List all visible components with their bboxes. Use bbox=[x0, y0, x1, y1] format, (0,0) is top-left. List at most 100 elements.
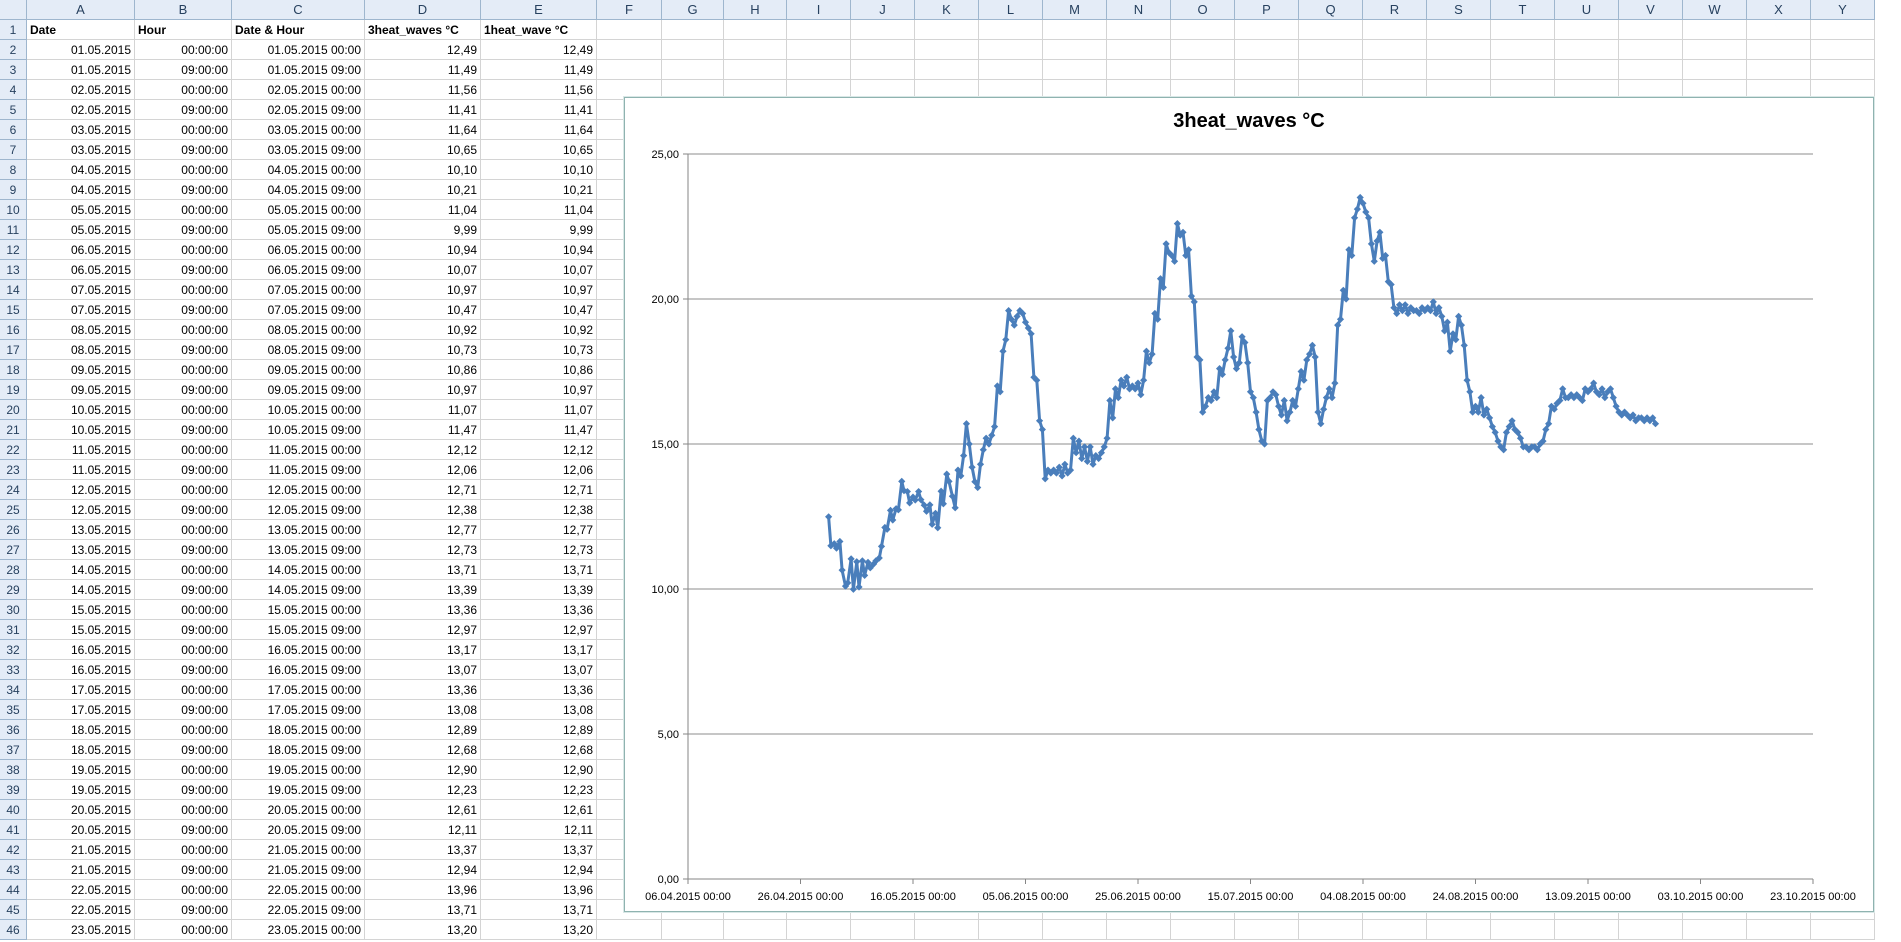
cell[interactable]: 08.05.2015 00:00 bbox=[232, 320, 365, 340]
cell[interactable]: 12,77 bbox=[481, 520, 597, 540]
cell[interactable]: 00:00:00 bbox=[135, 120, 232, 140]
cell[interactable] bbox=[1363, 60, 1427, 80]
cell[interactable] bbox=[724, 20, 787, 40]
row-header[interactable]: 46 bbox=[0, 920, 27, 940]
cell[interactable]: 10,21 bbox=[365, 180, 481, 200]
row-header[interactable]: 25 bbox=[0, 500, 27, 520]
cell[interactable]: 09:00:00 bbox=[135, 420, 232, 440]
cell[interactable] bbox=[1107, 920, 1171, 940]
cell[interactable] bbox=[1811, 920, 1875, 940]
cell[interactable]: 12,06 bbox=[481, 460, 597, 480]
cell[interactable] bbox=[1747, 60, 1811, 80]
row-header[interactable]: 31 bbox=[0, 620, 27, 640]
column-header[interactable]: J bbox=[851, 0, 915, 20]
cell[interactable]: 11.05.2015 bbox=[27, 440, 135, 460]
cell[interactable]: 13,17 bbox=[481, 640, 597, 660]
cell[interactable] bbox=[851, 920, 915, 940]
cell[interactable] bbox=[851, 20, 915, 40]
cell[interactable]: 05.05.2015 00:00 bbox=[232, 200, 365, 220]
cell[interactable]: 12,61 bbox=[365, 800, 481, 820]
cell[interactable] bbox=[597, 20, 662, 40]
cell[interactable]: 09:00:00 bbox=[135, 780, 232, 800]
cell[interactable] bbox=[1491, 920, 1555, 940]
cell[interactable]: 13,36 bbox=[481, 680, 597, 700]
cell[interactable]: 12,12 bbox=[481, 440, 597, 460]
cell[interactable]: 12,94 bbox=[481, 860, 597, 880]
row-header[interactable]: 38 bbox=[0, 760, 27, 780]
cell[interactable]: 13,36 bbox=[365, 680, 481, 700]
column-header[interactable]: E bbox=[481, 0, 597, 20]
cell[interactable] bbox=[1555, 920, 1619, 940]
cell[interactable]: 12,49 bbox=[365, 40, 481, 60]
cell[interactable]: 12,12 bbox=[365, 440, 481, 460]
cell[interactable] bbox=[915, 40, 979, 60]
row-header[interactable]: 13 bbox=[0, 260, 27, 280]
cell[interactable]: 12,73 bbox=[365, 540, 481, 560]
cell[interactable]: 07.05.2015 bbox=[27, 280, 135, 300]
cell[interactable]: 10,21 bbox=[481, 180, 597, 200]
cell[interactable]: 00:00:00 bbox=[135, 400, 232, 420]
row-header[interactable]: 20 bbox=[0, 400, 27, 420]
cell[interactable]: 9,99 bbox=[365, 220, 481, 240]
cell[interactable]: 00:00:00 bbox=[135, 560, 232, 580]
cell[interactable]: 03.05.2015 00:00 bbox=[232, 120, 365, 140]
cell[interactable]: 00:00:00 bbox=[135, 720, 232, 740]
cell[interactable]: 18.05.2015 00:00 bbox=[232, 720, 365, 740]
row-header[interactable]: 33 bbox=[0, 660, 27, 680]
cell[interactable]: 12,71 bbox=[481, 480, 597, 500]
cell[interactable]: 11,47 bbox=[481, 420, 597, 440]
cell[interactable] bbox=[597, 60, 662, 80]
row-header[interactable]: 39 bbox=[0, 780, 27, 800]
cell[interactable] bbox=[1811, 20, 1875, 40]
cell[interactable]: 19.05.2015 bbox=[27, 780, 135, 800]
cell[interactable]: 22.05.2015 00:00 bbox=[232, 880, 365, 900]
cell[interactable]: 10,10 bbox=[365, 160, 481, 180]
cell[interactable]: 13,36 bbox=[481, 600, 597, 620]
column-header[interactable]: D bbox=[365, 0, 481, 20]
row-header[interactable]: 42 bbox=[0, 840, 27, 860]
cell[interactable]: 00:00:00 bbox=[135, 480, 232, 500]
column-header[interactable]: G bbox=[662, 0, 724, 20]
cell[interactable]: 11,56 bbox=[365, 80, 481, 100]
cell[interactable] bbox=[1683, 60, 1747, 80]
cell[interactable]: 12,97 bbox=[481, 620, 597, 640]
cell[interactable]: 11,56 bbox=[481, 80, 597, 100]
cell[interactable] bbox=[1235, 20, 1299, 40]
cell[interactable]: 00:00:00 bbox=[135, 80, 232, 100]
cell[interactable]: 12,73 bbox=[481, 540, 597, 560]
cell[interactable]: 10,97 bbox=[365, 280, 481, 300]
cell[interactable]: 12,23 bbox=[481, 780, 597, 800]
cell[interactable]: 00:00:00 bbox=[135, 240, 232, 260]
cell[interactable]: 14.05.2015 00:00 bbox=[232, 560, 365, 580]
cell[interactable]: 00:00:00 bbox=[135, 840, 232, 860]
row-header[interactable]: 27 bbox=[0, 540, 27, 560]
cell[interactable]: 13,08 bbox=[365, 700, 481, 720]
cell[interactable]: 18.05.2015 bbox=[27, 740, 135, 760]
cell[interactable]: Date bbox=[27, 20, 135, 40]
cell[interactable]: 08.05.2015 09:00 bbox=[232, 340, 365, 360]
cell[interactable] bbox=[1619, 60, 1683, 80]
column-header[interactable]: P bbox=[1235, 0, 1299, 20]
cell[interactable]: 09.05.2015 00:00 bbox=[232, 360, 365, 380]
cell[interactable]: 14.05.2015 09:00 bbox=[232, 580, 365, 600]
cell[interactable]: 01.05.2015 09:00 bbox=[232, 60, 365, 80]
cell[interactable]: 16.05.2015 bbox=[27, 640, 135, 660]
cell[interactable]: 13,37 bbox=[481, 840, 597, 860]
cell[interactable]: 1heat_wave °C bbox=[481, 20, 597, 40]
cell[interactable]: 11.05.2015 bbox=[27, 460, 135, 480]
cell[interactable]: 08.05.2015 bbox=[27, 320, 135, 340]
cell[interactable]: 09:00:00 bbox=[135, 820, 232, 840]
cell[interactable]: 16.05.2015 bbox=[27, 660, 135, 680]
cell[interactable]: 12,23 bbox=[365, 780, 481, 800]
cell[interactable]: 00:00:00 bbox=[135, 200, 232, 220]
cell[interactable]: 11,49 bbox=[365, 60, 481, 80]
row-header[interactable]: 6 bbox=[0, 120, 27, 140]
cell[interactable]: 19.05.2015 09:00 bbox=[232, 780, 365, 800]
cell[interactable]: 09:00:00 bbox=[135, 60, 232, 80]
cell[interactable]: 05.05.2015 bbox=[27, 220, 135, 240]
cell[interactable]: 15.05.2015 09:00 bbox=[232, 620, 365, 640]
cell[interactable] bbox=[787, 920, 851, 940]
cell[interactable] bbox=[979, 40, 1043, 60]
cell[interactable]: 20.05.2015 bbox=[27, 820, 135, 840]
cell[interactable]: 12,89 bbox=[481, 720, 597, 740]
